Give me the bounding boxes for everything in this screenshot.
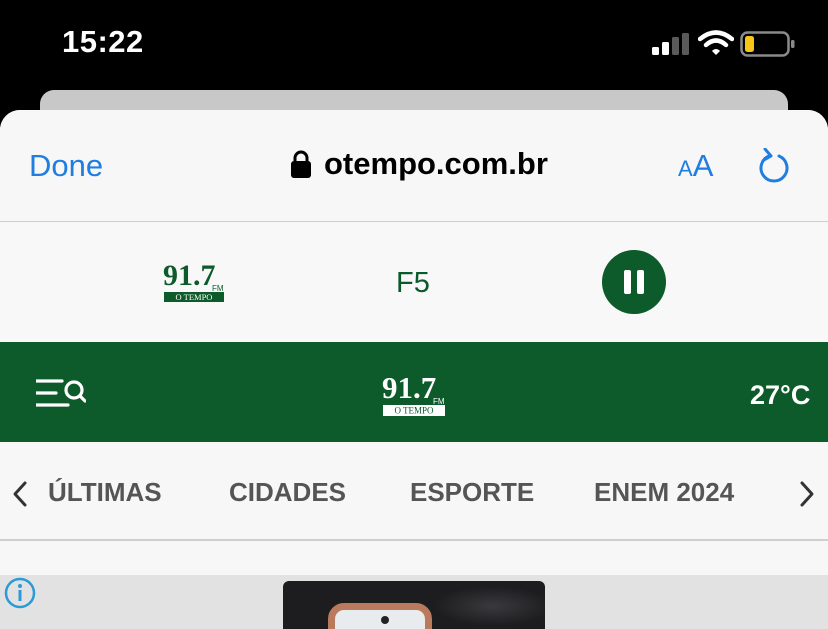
site-logo[interactable]: 91.7 FM O TEMPO [382,372,446,416]
pause-icon [624,270,631,294]
radio-logo-number: 91.7 [163,260,216,292]
chevron-left-icon[interactable] [11,479,29,509]
lock-icon [291,150,311,178]
info-icon[interactable] [4,577,36,609]
nav-item-esporte[interactable]: ESPORTE [410,477,534,508]
browser-sheet: Done otempo.com.br AA 91.7 FM O TEMPO F5 [0,110,828,629]
address-bar[interactable]: otempo.com.br [290,146,548,182]
nav-item-ultimas[interactable]: ÚLTIMAS [48,477,162,508]
chevron-right-icon[interactable] [798,479,816,509]
radio-logo[interactable]: 91.7 FM O TEMPO [163,260,225,302]
browser-toolbar: Done otempo.com.br AA [0,110,828,222]
ad-phone-image [328,603,432,629]
done-button[interactable]: Done [29,148,103,184]
nav-item-cidades[interactable]: CIDADES [229,477,346,508]
status-time: 15:22 [62,24,144,59]
text-size-big-label: A [692,148,714,183]
menu-search-icon[interactable] [36,378,86,410]
reload-icon[interactable] [757,148,791,186]
text-size-button[interactable]: AA [678,148,713,184]
radio-logo-brand: O TEMPO [176,292,213,302]
ad-image[interactable] [283,581,545,629]
url-text: otempo.com.br [324,146,548,181]
radio-logo-fm: FM [212,284,224,293]
site-header: 91.7 FM O TEMPO 27°C [0,342,828,442]
site-logo-number: 91.7 [382,372,436,405]
temperature-display: 27°C [750,380,811,410]
battery-low-icon [740,31,795,57]
wifi-icon [698,30,734,55]
category-nav: ÚLTIMAS CIDADES ESPORTE ENEM 2024 [0,443,828,541]
radio-program-title: F5 [396,267,430,299]
cellular-signal-icon [652,33,689,55]
site-logo-brand: O TEMPO [394,406,434,416]
status-bar: 15:22 [0,0,828,90]
nav-item-enem[interactable]: ENEM 2024 [594,477,734,508]
pause-button[interactable] [602,250,666,314]
text-size-small-label: A [678,156,693,181]
site-logo-fm: FM [433,397,445,406]
